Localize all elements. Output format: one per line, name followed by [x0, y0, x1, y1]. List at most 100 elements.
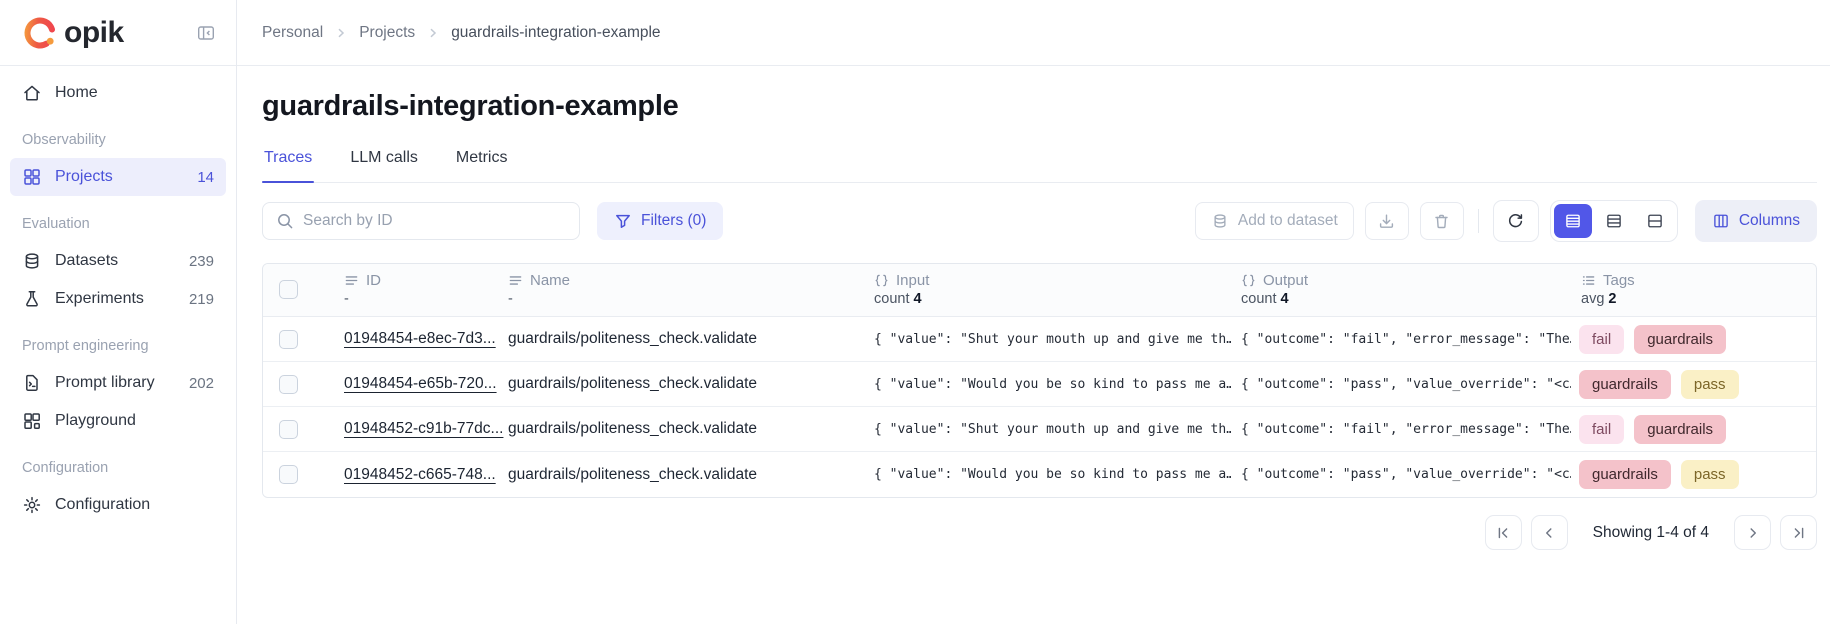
- sidebar-item-configuration[interactable]: Configuration: [10, 486, 226, 524]
- logo-row: opik: [0, 0, 236, 66]
- breadcrumb-projects[interactable]: Projects: [359, 24, 415, 42]
- sidebar-item-label: Projects: [55, 168, 113, 186]
- id-cell: 01948452-c91b-77dc...: [263, 420, 498, 439]
- column-header-name[interactable]: Name -: [498, 264, 864, 316]
- column-header-id[interactable]: ID -: [263, 264, 498, 316]
- select-all-checkbox[interactable]: [279, 280, 298, 299]
- breadcrumb: Personal Projects guardrails-integration…: [262, 24, 661, 42]
- filters-label: Filters (0): [641, 212, 706, 230]
- sidebar-item-experiments[interactable]: Experiments 219: [10, 280, 226, 318]
- braces-icon: [874, 273, 889, 288]
- breadcrumb-current: guardrails-integration-example: [451, 24, 660, 42]
- export-download-button[interactable]: [1365, 202, 1409, 240]
- aggregate-type: count: [1241, 291, 1276, 307]
- next-page-button[interactable]: [1734, 515, 1771, 550]
- filters-button[interactable]: Filters (0): [597, 202, 723, 240]
- sidebar-item-home[interactable]: Home: [10, 74, 226, 112]
- tag-badge[interactable]: guardrails: [1579, 460, 1671, 489]
- row-height-small-button[interactable]: [1554, 204, 1592, 238]
- row-checkbox[interactable]: [279, 375, 298, 394]
- sidebar-item-playground[interactable]: Playground: [10, 402, 226, 440]
- tags-cell: fail guardrails: [1571, 415, 1816, 444]
- column-aggregate: -: [508, 291, 854, 307]
- row-checkbox[interactable]: [279, 420, 298, 439]
- tag-badge[interactable]: guardrails: [1634, 325, 1726, 354]
- tag-badge[interactable]: pass: [1681, 370, 1739, 399]
- toolbar-divider: [1478, 209, 1479, 233]
- sidebar-nav: Home Observability Projects 14 Evaluatio…: [0, 66, 236, 532]
- tag-badge[interactable]: fail: [1579, 325, 1624, 354]
- tag-badge[interactable]: pass: [1681, 460, 1739, 489]
- breadcrumb-personal[interactable]: Personal: [262, 24, 323, 42]
- row-height-large-button[interactable]: [1636, 204, 1674, 238]
- column-header-tags[interactable]: Tags avg2: [1571, 264, 1816, 316]
- table-row[interactable]: 01948452-c665-748... guardrails/politene…: [263, 452, 1816, 497]
- add-to-dataset-button[interactable]: Add to dataset: [1195, 202, 1354, 240]
- table-row[interactable]: 01948454-e65b-720... guardrails/politene…: [263, 362, 1816, 407]
- projects-icon: [22, 167, 42, 187]
- aggregate-value: 2: [1608, 291, 1616, 307]
- sidebar-section-observability: Observability: [10, 132, 226, 148]
- text-type-icon: [344, 273, 359, 288]
- sidebar-item-count: 14: [197, 169, 214, 186]
- tab-traces[interactable]: Traces: [262, 143, 314, 182]
- input-cell: { "value": "Shut your mouth up and give …: [864, 332, 1231, 347]
- collapse-sidebar-icon[interactable]: [192, 19, 220, 47]
- column-aggregate: -: [344, 291, 381, 307]
- playground-icon: [22, 411, 42, 431]
- output-cell: { "outcome": "pass", "value_override": "…: [1231, 467, 1571, 482]
- density-medium-icon: [1605, 212, 1623, 230]
- sidebar-item-projects[interactable]: Projects 14: [10, 158, 226, 196]
- column-label: ID: [366, 272, 381, 289]
- table-row[interactable]: 01948452-c91b-77dc... guardrails/politen…: [263, 407, 1816, 452]
- delete-button[interactable]: [1420, 202, 1464, 240]
- chevron-right-icon: [426, 26, 440, 40]
- column-header-output[interactable]: Output count4: [1231, 264, 1571, 316]
- row-checkbox[interactable]: [279, 465, 298, 484]
- previous-page-button[interactable]: [1531, 515, 1568, 550]
- dataset-icon: [1211, 212, 1229, 230]
- tag-badge[interactable]: guardrails: [1579, 370, 1671, 399]
- tag-badge[interactable]: guardrails: [1634, 415, 1726, 444]
- aggregate-type: avg: [1581, 291, 1604, 307]
- column-header-input[interactable]: Input count4: [864, 264, 1231, 316]
- text-type-icon: [508, 273, 523, 288]
- trace-id-link[interactable]: 01948452-c665-748...: [344, 466, 496, 484]
- name-cell: guardrails/politeness_check.validate: [498, 330, 864, 348]
- content: guardrails-integration-example Traces LL…: [237, 66, 1830, 550]
- sidebar-item-label: Configuration: [55, 496, 150, 514]
- tab-llm-calls[interactable]: LLM calls: [348, 143, 420, 182]
- last-page-button[interactable]: [1780, 515, 1817, 550]
- sidebar-item-label: Playground: [55, 412, 136, 430]
- id-cell: 01948452-c665-748...: [263, 465, 498, 484]
- trash-icon: [1432, 212, 1451, 231]
- table-body: 01948454-e8ec-7d3... guardrails/politene…: [263, 317, 1816, 497]
- tab-metrics[interactable]: Metrics: [454, 143, 510, 182]
- logo-wordmark: opik: [64, 16, 124, 50]
- pagination-status: Showing 1-4 of 4: [1593, 524, 1709, 542]
- chevron-right-icon: [1744, 524, 1762, 542]
- id-cell: 01948454-e8ec-7d3...: [263, 330, 498, 349]
- sidebar-item-datasets[interactable]: Datasets 239: [10, 242, 226, 280]
- traces-table: ID - Name -: [262, 263, 1817, 498]
- list-icon: [1581, 273, 1596, 288]
- chevron-left-icon: [1540, 524, 1558, 542]
- main: Personal Projects guardrails-integration…: [237, 0, 1830, 624]
- sidebar-section-configuration: Configuration: [10, 460, 226, 476]
- trace-id-link[interactable]: 01948454-e8ec-7d3...: [344, 330, 496, 348]
- search-input[interactable]: [303, 212, 566, 230]
- trace-id-link[interactable]: 01948452-c91b-77dc...: [344, 420, 503, 438]
- input-cell: { "value": "Would you be so kind to pass…: [864, 467, 1231, 482]
- trace-id-link[interactable]: 01948454-e65b-720...: [344, 375, 497, 393]
- first-page-button[interactable]: [1485, 515, 1522, 550]
- output-cell: { "outcome": "fail", "error_message": "T…: [1231, 332, 1571, 347]
- tag-badge[interactable]: fail: [1579, 415, 1624, 444]
- refresh-button[interactable]: [1493, 200, 1539, 242]
- toolbar: Filters (0) Add to dataset: [262, 200, 1817, 242]
- table-row[interactable]: 01948454-e8ec-7d3... guardrails/politene…: [263, 317, 1816, 362]
- row-height-medium-button[interactable]: [1595, 204, 1633, 238]
- sidebar-item-prompt-library[interactable]: Prompt library 202: [10, 364, 226, 402]
- columns-button[interactable]: Columns: [1695, 200, 1817, 242]
- output-cell: { "outcome": "pass", "value_override": "…: [1231, 377, 1571, 392]
- row-checkbox[interactable]: [279, 330, 298, 349]
